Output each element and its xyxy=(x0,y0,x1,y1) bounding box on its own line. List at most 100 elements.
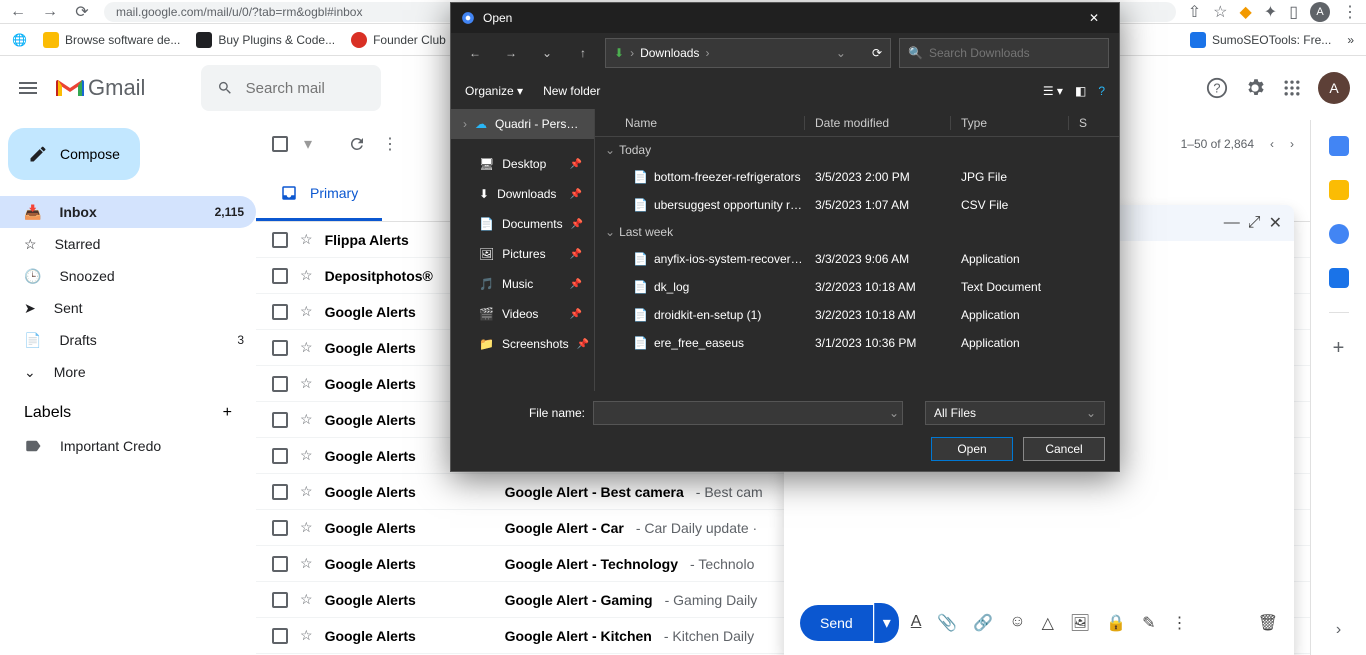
select-dropdown-icon[interactable]: ▾ xyxy=(304,134,312,154)
search-bar[interactable] xyxy=(201,65,381,111)
organize-button[interactable]: Organize ▾ xyxy=(465,84,523,98)
bookmark-1[interactable]: Buy Plugins & Code... xyxy=(196,32,335,48)
email-checkbox[interactable] xyxy=(272,412,288,428)
email-checkbox[interactable] xyxy=(272,592,288,608)
tree-item[interactable]: ⬇ Downloads📌 xyxy=(451,179,594,209)
puzzle-icon[interactable]: ✦ xyxy=(1264,2,1277,22)
send-button[interactable]: Send xyxy=(800,605,873,641)
collapse-panel-icon[interactable]: › xyxy=(1336,621,1341,639)
star-icon[interactable]: ☆ xyxy=(300,627,313,644)
cancel-button[interactable]: Cancel xyxy=(1023,437,1105,461)
select-all-checkbox[interactable] xyxy=(272,136,288,152)
gmail-logo[interactable]: Gmail xyxy=(56,75,145,101)
more-icon[interactable]: ⋮ xyxy=(382,134,398,154)
nav-more[interactable]: ⌄ More xyxy=(0,356,256,388)
emoji-icon[interactable]: ☺ xyxy=(1009,613,1025,633)
tab-icon[interactable]: ▯ xyxy=(1289,2,1298,22)
path-refresh-icon[interactable]: ⟳ xyxy=(872,46,882,60)
bookmark-overflow-icon[interactable]: » xyxy=(1347,33,1354,47)
email-checkbox[interactable] xyxy=(272,448,288,464)
star-icon[interactable]: ☆ xyxy=(300,339,313,356)
star-icon[interactable]: ☆ xyxy=(300,447,313,464)
star-icon[interactable]: ☆ xyxy=(300,411,313,428)
email-checkbox[interactable] xyxy=(272,268,288,284)
file-row[interactable]: 📄anyfix-ios-system-recovery-... 3/3/2023… xyxy=(595,245,1119,273)
apps-icon[interactable] xyxy=(1282,78,1302,98)
star-icon[interactable]: ☆ xyxy=(1213,2,1227,22)
star-icon[interactable]: ☆ xyxy=(300,375,313,392)
email-checkbox[interactable] xyxy=(272,340,288,356)
image-icon[interactable]: 🖼 xyxy=(1070,613,1090,633)
file-row[interactable]: 📄ere_free_easeus 3/1/2023 10:36 PM Appli… xyxy=(595,329,1119,357)
new-folder-button[interactable]: New folder xyxy=(543,84,600,98)
star-icon[interactable]: ☆ xyxy=(300,267,313,284)
file-filter[interactable]: All Files⌄ xyxy=(925,401,1105,425)
email-checkbox[interactable] xyxy=(272,628,288,644)
menu-icon[interactable]: ⋮ xyxy=(1342,2,1358,22)
nav-forward-icon[interactable]: → xyxy=(497,39,525,67)
expand-icon[interactable]: ⤢ xyxy=(1248,214,1261,232)
email-checkbox[interactable] xyxy=(272,520,288,536)
nav-up-icon[interactable]: ↑ xyxy=(569,39,597,67)
file-row[interactable]: 📄dk_log 3/2/2023 10:18 AM Text Document xyxy=(595,273,1119,301)
lock-icon[interactable]: 🔒 xyxy=(1106,613,1126,633)
nav-starred[interactable]: ☆ Starred xyxy=(0,228,256,260)
bookmark-3[interactable]: SumoSEOTools: Fre... xyxy=(1190,32,1331,48)
tree-item[interactable]: 🖼 Pictures📌 xyxy=(451,239,594,269)
star-icon[interactable]: ☆ xyxy=(300,483,313,500)
file-group-header[interactable]: ⌄ Today xyxy=(595,137,1119,163)
bookmark-globe[interactable]: 🌐 xyxy=(12,33,27,47)
format-icon[interactable]: A xyxy=(911,613,922,633)
star-icon[interactable]: ☆ xyxy=(300,231,313,248)
email-checkbox[interactable] xyxy=(272,556,288,572)
tab-primary[interactable]: Primary xyxy=(256,168,382,221)
bookmark-0[interactable]: Browse software de... xyxy=(43,32,180,48)
label-item[interactable]: Important Credo xyxy=(0,430,256,462)
tree-item[interactable]: 🖥 Desktop📌 xyxy=(451,149,594,179)
tree-item[interactable]: 🎬 Videos📌 xyxy=(451,299,594,329)
star-icon[interactable]: ☆ xyxy=(300,519,313,536)
nav-inbox[interactable]: 📥 Inbox 2,115 xyxy=(0,196,256,228)
nav-recent-icon[interactable]: ⌄ xyxy=(533,39,561,67)
send-dropdown-icon[interactable]: ▾ xyxy=(874,603,899,643)
open-button[interactable]: Open xyxy=(931,437,1013,461)
email-checkbox[interactable] xyxy=(272,232,288,248)
contacts-icon[interactable] xyxy=(1329,268,1349,288)
delete-draft-icon[interactable]: 🗑 xyxy=(1258,613,1278,633)
path-bar[interactable]: ⬇ › Downloads › ⌄ ⟳ xyxy=(605,38,891,68)
link-icon[interactable]: 🔗 xyxy=(973,613,993,633)
drive-icon[interactable]: △ xyxy=(1042,613,1054,633)
attach-icon[interactable]: 📎 xyxy=(937,613,957,633)
calendar-icon[interactable] xyxy=(1329,136,1349,156)
path-dropdown-icon[interactable]: ⌄ xyxy=(836,46,846,60)
help-icon[interactable]: ? xyxy=(1206,77,1228,99)
tree-item[interactable]: 📄 Documents📌 xyxy=(451,209,594,239)
email-checkbox[interactable] xyxy=(272,304,288,320)
column-headers[interactable]: Name Date modified Type S xyxy=(595,109,1119,137)
search-input[interactable] xyxy=(246,80,366,97)
email-checkbox[interactable] xyxy=(272,484,288,500)
profile-avatar[interactable]: A xyxy=(1310,2,1330,22)
dialog-search[interactable]: 🔍 xyxy=(899,38,1109,68)
add-label-icon[interactable]: + xyxy=(223,404,232,422)
file-row[interactable]: 📄ubersuggest opportunity ref... 3/5/2023… xyxy=(595,191,1119,219)
prev-page-icon[interactable]: ‹ xyxy=(1270,137,1274,151)
menu-icon[interactable] xyxy=(16,76,40,100)
reload-icon[interactable]: ⟳ xyxy=(72,2,92,22)
share-icon[interactable]: ⇧ xyxy=(1188,2,1201,22)
filename-dropdown-icon[interactable]: ⌄ xyxy=(889,406,899,420)
bookmark-2[interactable]: Founder Club xyxy=(351,32,446,48)
nav-drafts[interactable]: 📄 Drafts 3 xyxy=(0,324,256,356)
ext-icon[interactable]: ◆ xyxy=(1239,2,1251,22)
tree-item[interactable]: 🎵 Music📌 xyxy=(451,269,594,299)
keep-icon[interactable] xyxy=(1329,180,1349,200)
file-row[interactable]: 📄bottom-freezer-refrigerators 3/5/2023 2… xyxy=(595,163,1119,191)
tree-item[interactable]: 📁 Screenshots📌 xyxy=(451,329,594,359)
more-compose-icon[interactable]: ⋮ xyxy=(1172,613,1188,633)
refresh-icon[interactable] xyxy=(348,135,366,153)
next-page-icon[interactable]: › xyxy=(1290,137,1294,151)
preview-icon[interactable]: ◧ xyxy=(1075,84,1086,98)
file-row[interactable]: 📄droidkit-en-setup (1) 3/2/2023 10:18 AM… xyxy=(595,301,1119,329)
pen-icon[interactable]: ✎ xyxy=(1142,613,1155,633)
nav-sent[interactable]: ➤ Sent xyxy=(0,292,256,324)
